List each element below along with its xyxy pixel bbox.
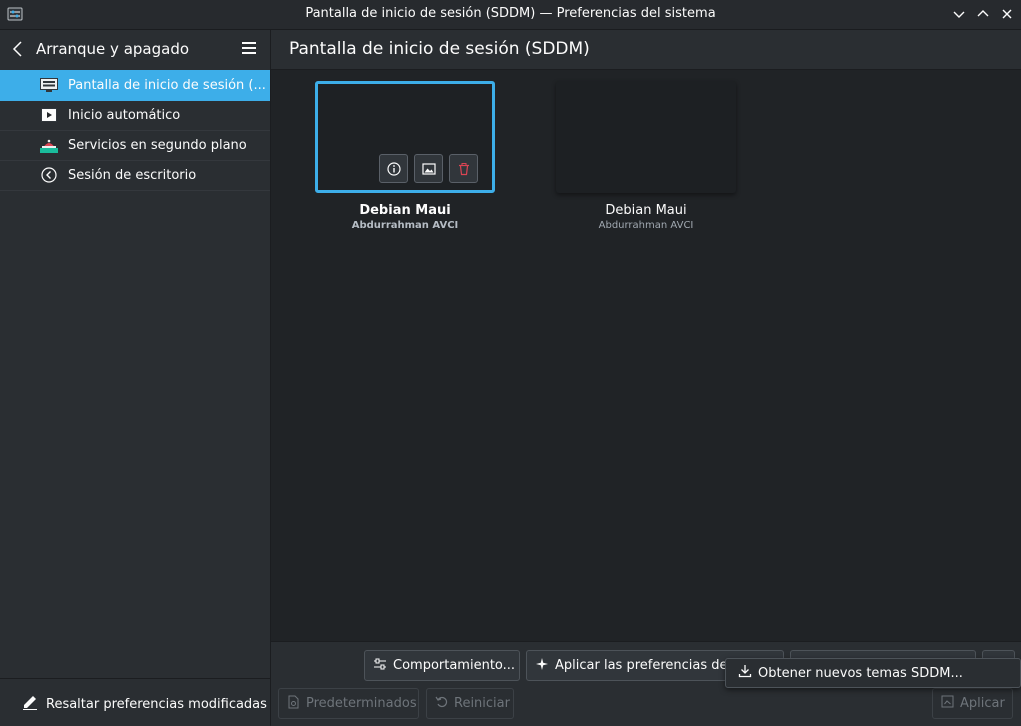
- sidebar: Arranque y apagado Pantalla de inicio de…: [0, 30, 271, 726]
- chevron-up-icon: [977, 10, 989, 17]
- apply-plasma-label: Aplicar las preferencias de P: [555, 658, 740, 673]
- sparkle-icon: [535, 657, 549, 675]
- theme-name: Debian Maui: [359, 203, 451, 218]
- theme-card[interactable]: Debian Maui Abdurrahman AVCI: [556, 81, 736, 231]
- theme-card[interactable]: Debian Maui Abdurrahman AVCI: [315, 81, 495, 231]
- sidebar-item-login-screen[interactable]: Pantalla de inicio de sesión (...: [0, 70, 270, 101]
- info-icon: [386, 161, 401, 176]
- sidebar-category-label[interactable]: Arranque y apagado: [36, 40, 189, 58]
- apply-icon: [941, 695, 954, 712]
- sidebar-item-background-services[interactable]: Servicios en segundo plano: [0, 130, 270, 161]
- hamburger-menu-icon[interactable]: [241, 41, 259, 57]
- behavior-label: Comportamiento...: [393, 658, 516, 673]
- reset-button[interactable]: Reiniciar: [426, 688, 514, 719]
- apply-label: Aplicar: [960, 696, 1005, 711]
- theme-author: Abdurrahman AVCI: [598, 220, 694, 231]
- get-new-themes-menu-item[interactable]: Obtener nuevos temas SDDM...: [725, 658, 1021, 688]
- theme-delete-button[interactable]: [449, 154, 478, 183]
- apply-button[interactable]: Aplicar: [932, 688, 1013, 719]
- trash-icon: [458, 162, 469, 175]
- get-new-themes-label: Obtener nuevos temas SDDM...: [758, 665, 963, 681]
- highlight-changed-label: Resaltar preferencias modificadas: [46, 696, 267, 712]
- page-title: Pantalla de inicio de sesión (SDDM): [289, 39, 590, 59]
- close-icon: [1002, 9, 1012, 19]
- chevron-down-icon: [953, 11, 965, 18]
- minimize-button[interactable]: [950, 5, 968, 23]
- sliders-icon: [373, 657, 387, 675]
- undo-icon: [435, 695, 448, 712]
- sidebar-item-desktop-session[interactable]: Sesión de escritorio: [0, 160, 270, 191]
- pencil-icon: [22, 694, 38, 714]
- theme-preview[interactable]: [556, 81, 736, 193]
- download-icon: [738, 664, 752, 682]
- main-panel: Pantalla de inicio de sesión (SDDM) Debi…: [271, 30, 1021, 726]
- theme-actions: [379, 154, 478, 183]
- behavior-button[interactable]: Comportamiento...: [364, 650, 520, 681]
- theme-info-button[interactable]: [379, 154, 408, 183]
- sidebar-item-label: Inicio automático: [68, 107, 181, 123]
- services-icon: [40, 137, 58, 153]
- theme-name: Debian Maui: [605, 203, 687, 218]
- desktop-session-icon: [40, 167, 58, 183]
- sidebar-header: Arranque y apagado: [0, 30, 270, 68]
- defaults-label: Predeterminados: [306, 696, 417, 711]
- theme-preview-button[interactable]: [414, 154, 443, 183]
- close-window-button[interactable]: [998, 5, 1016, 23]
- sidebar-item-label: Pantalla de inicio de sesión (...: [68, 77, 266, 93]
- image-icon: [421, 162, 436, 175]
- reset-label: Reiniciar: [454, 696, 510, 711]
- main-header: Pantalla de inicio de sesión (SDDM): [271, 30, 1021, 70]
- theme-author: Abdurrahman AVCI: [351, 220, 459, 231]
- back-arrow-icon[interactable]: [12, 40, 28, 58]
- autostart-icon: [40, 107, 58, 123]
- sidebar-item-autostart[interactable]: Inicio automático: [0, 100, 270, 131]
- document-defaults-icon: [287, 695, 300, 713]
- window-title: Pantalla de inicio de sesión (SDDM) — Pr…: [305, 6, 716, 21]
- maximize-button[interactable]: [974, 5, 992, 23]
- defaults-button[interactable]: Predeterminados: [278, 688, 419, 719]
- title-bar: Pantalla de inicio de sesión (SDDM) — Pr…: [0, 0, 1021, 30]
- sidebar-item-label: Servicios en segundo plano: [68, 137, 247, 153]
- monitor-login-icon: [40, 77, 58, 93]
- sidebar-item-label: Sesión de escritorio: [68, 167, 197, 183]
- sidebar-footer: Resaltar preferencias modificadas: [0, 678, 270, 726]
- highlight-changed-settings-button[interactable]: Resaltar preferencias modificadas: [22, 694, 267, 714]
